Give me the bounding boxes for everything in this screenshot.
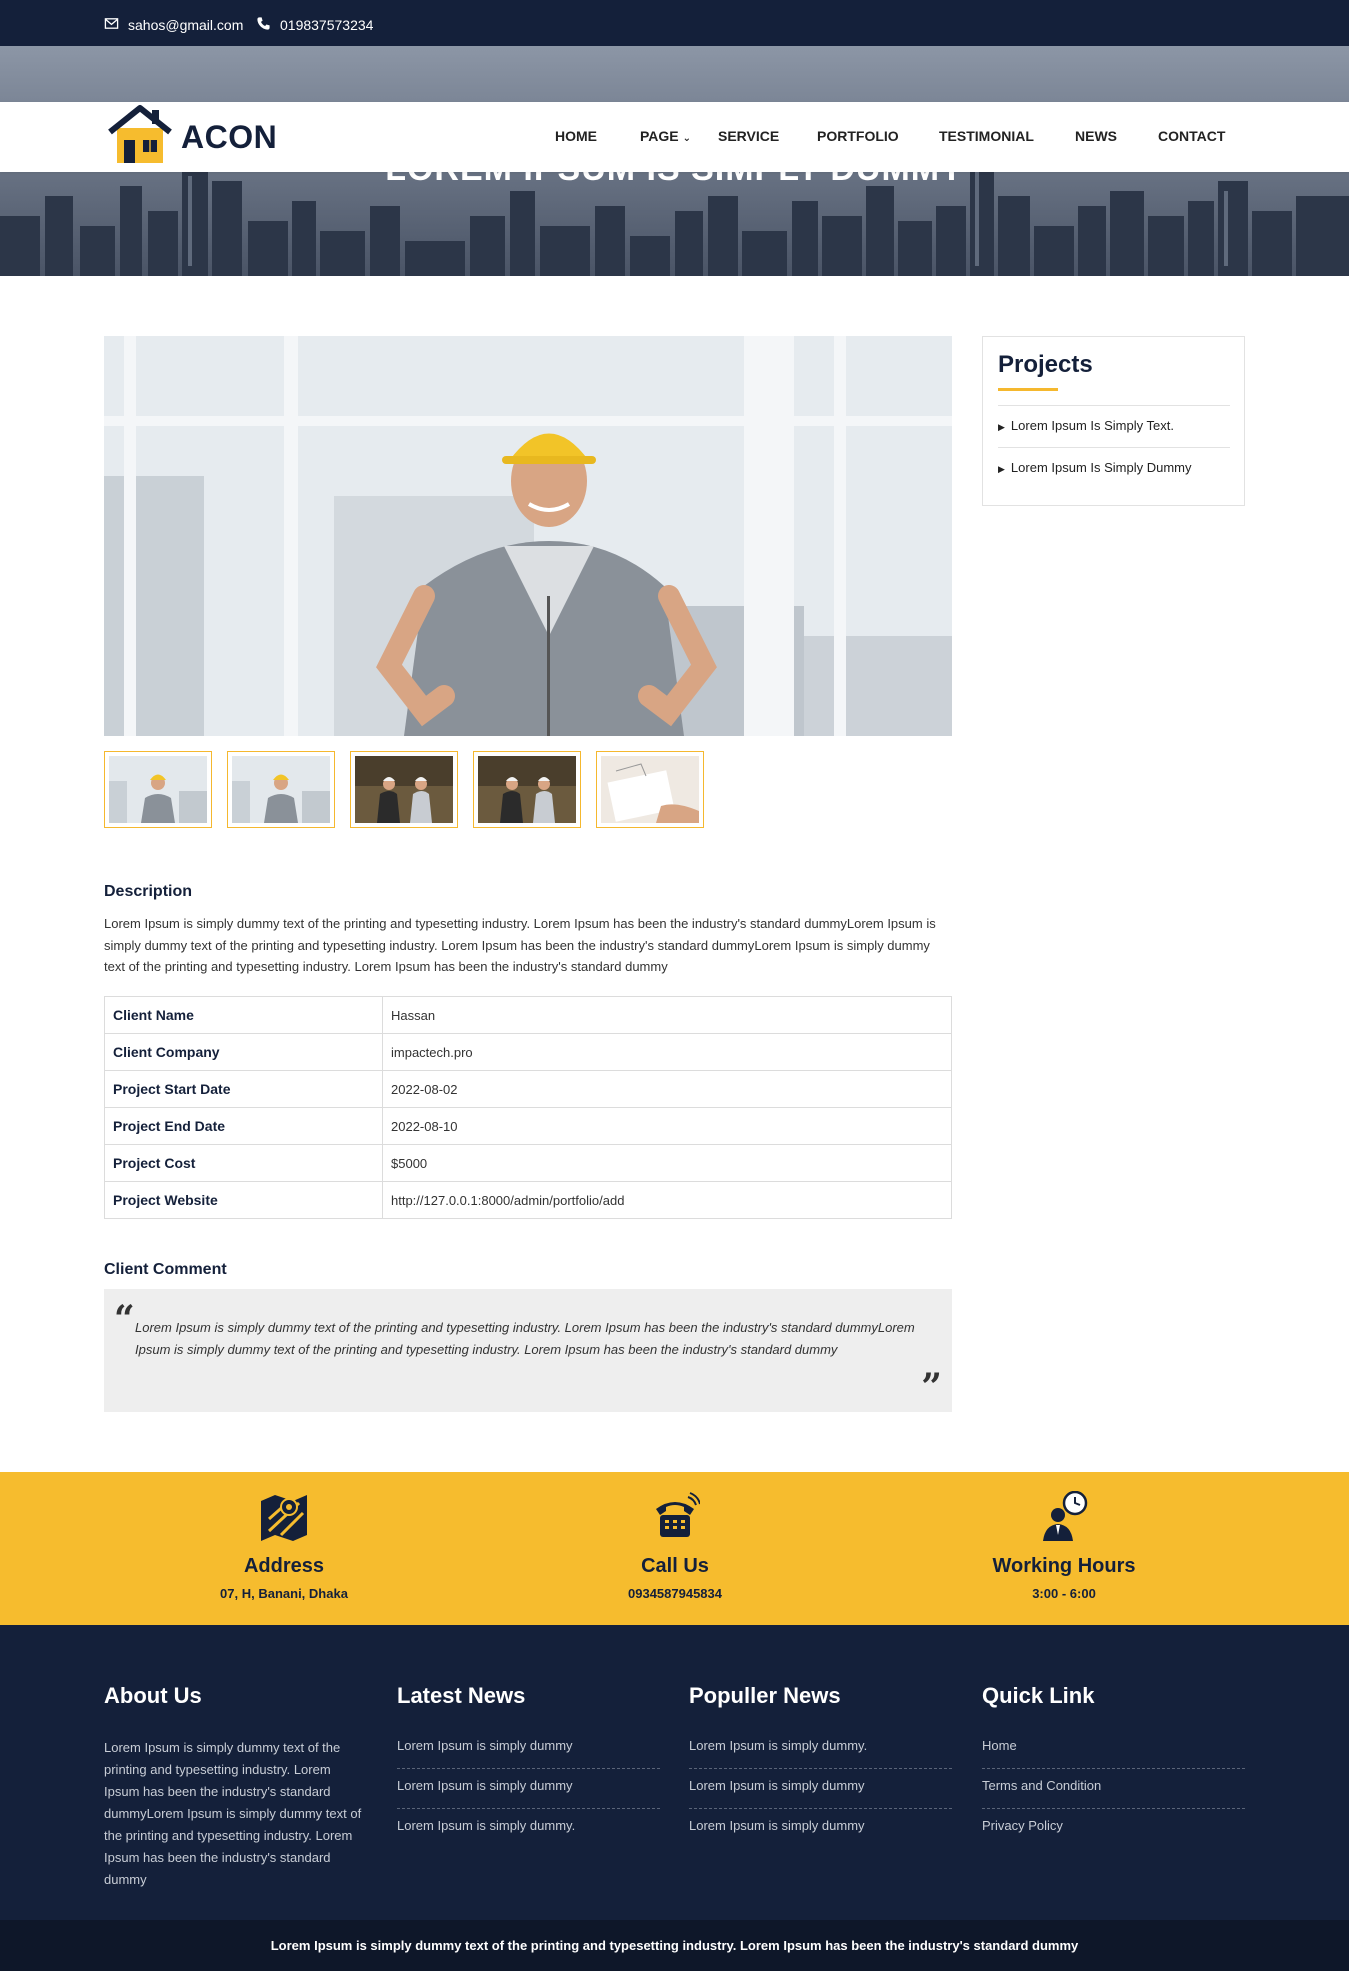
detail-label: Project Cost	[104, 1144, 383, 1182]
table-row: Project Website http://127.0.0.1:8000/adm…	[104, 1181, 952, 1219]
quote-open-icon: “	[114, 1298, 135, 1340]
caret-right-icon: ▶	[998, 464, 1005, 474]
divider	[397, 1808, 660, 1809]
contact-call-title: Call Us	[641, 1555, 709, 1577]
copyright-bar: Lorem Ipsum is simply dummy text of the …	[0, 1920, 1349, 1971]
main-navbar: ACON HOME PAGE ⌄ SERVICE PORTFOLIO TESTIM…	[0, 102, 1349, 172]
sidebar-project-link-label: Lorem Ipsum Is Simply Text.	[1010, 418, 1174, 433]
divider	[689, 1768, 952, 1769]
detail-label: Project End Date	[104, 1107, 383, 1145]
divider	[397, 1768, 660, 1769]
detail-label: Client Company	[104, 1033, 383, 1071]
quote-close-icon: ”	[921, 1366, 942, 1408]
detail-value: impactech.pro	[382, 1033, 952, 1071]
nav-page-label: PAGE	[640, 128, 679, 144]
detail-label: Project Website	[104, 1181, 383, 1219]
sidebar-title: Projects	[998, 351, 1093, 378]
footer-news-link[interactable]: Lorem Ipsum is simply dummy.	[397, 1818, 575, 1833]
phone-icon	[256, 16, 271, 34]
gallery-thumbnail-3[interactable]	[350, 751, 458, 828]
logo-text: ACON	[181, 118, 278, 155]
contact-address-title: Address	[243, 1555, 325, 1577]
site-logo[interactable]: ACON	[107, 102, 277, 172]
nav-contact[interactable]: CONTACT	[1158, 128, 1225, 144]
nav-portfolio[interactable]: PORTFOLIO	[817, 128, 899, 144]
contact-info-strip: Address 07, H, Banani, Dhaka Call Us 093…	[0, 1472, 1349, 1625]
footer-quick-link-privacy[interactable]: Privacy Policy	[982, 1818, 1063, 1833]
description-heading: Description	[104, 883, 193, 900]
sidebar-title-underline	[998, 388, 1058, 391]
client-comment-box: “ Lorem Ipsum is simply dummy text of th…	[104, 1289, 952, 1412]
gallery-thumbnail-4[interactable]	[473, 751, 581, 828]
sidebar-project-link-label: Lorem Ipsum Is Simply Dummy	[1010, 460, 1192, 475]
contact-address-value: 07, H, Banani, Dhaka	[220, 1586, 348, 1601]
footer-popular-link[interactable]: Lorem Ipsum is simply dummy	[689, 1818, 865, 1833]
nav-testimonial[interactable]: TESTIMONIAL	[939, 128, 1034, 144]
sidebar-project-link-1[interactable]: ▶ Lorem Ipsum Is Simply Text.	[998, 418, 1174, 433]
contact-hours-value: 3:00 - 6:00	[1032, 1586, 1096, 1601]
nav-service[interactable]: SERVICE	[718, 128, 779, 144]
top-bar: sahos@gmail.com 019837573234	[0, 0, 1349, 46]
nav-news[interactable]: NEWS	[1075, 128, 1117, 144]
project-main-image	[104, 336, 952, 736]
gallery-thumbnail-1[interactable]	[104, 751, 212, 828]
map-icon	[259, 1491, 309, 1541]
detail-label: Project Start Date	[104, 1070, 383, 1108]
footer-quick-link-terms[interactable]: Terms and Condition	[982, 1778, 1101, 1793]
projects-sidebar: Projects ▶ Lorem Ipsum Is Simply Text. ▶ L…	[982, 336, 1245, 506]
footer-popular-news-title: Populler News	[689, 1683, 841, 1708]
table-row: Project Start Date 2022-08-02	[104, 1070, 952, 1108]
telephone-icon	[650, 1491, 701, 1541]
footer-news-link[interactable]: Lorem Ipsum is simply dummy	[397, 1778, 573, 1793]
house-icon	[107, 104, 173, 171]
footer-quick-link-home[interactable]: Home	[982, 1738, 1017, 1753]
detail-value: $5000	[382, 1144, 952, 1182]
nav-home[interactable]: HOME	[555, 128, 597, 144]
gallery-thumbnail-2[interactable]	[227, 751, 335, 828]
detail-value: 2022-08-10	[382, 1107, 952, 1145]
footer-popular-link[interactable]: Lorem Ipsum is simply dummy.	[689, 1738, 867, 1753]
divider	[689, 1808, 952, 1809]
topbar-phone[interactable]: 019837573234	[256, 16, 373, 34]
nav-page[interactable]: PAGE ⌄	[640, 128, 691, 144]
contact-hours-title: Working Hours	[992, 1555, 1136, 1577]
description-text: Lorem Ipsum is simply dummy text of the …	[104, 916, 936, 974]
client-comment-heading: Client Comment	[104, 1261, 227, 1278]
detail-label: Client Name	[104, 996, 383, 1034]
table-row: Client Company impactech.pro	[104, 1033, 952, 1071]
topbar-phone-text: 019837573234	[280, 17, 374, 33]
table-row: Client Name Hassan	[104, 996, 952, 1034]
detail-value: 2022-08-02	[382, 1070, 952, 1108]
project-details-table: Client Name Hassan Client Company impactec…	[104, 996, 952, 1219]
topbar-email-text: sahos@gmail.com	[128, 17, 244, 33]
detail-value: http://127.0.0.1:8000/admin/portfolio/ad…	[382, 1181, 952, 1219]
footer-popular-link[interactable]: Lorem Ipsum is simply dummy	[689, 1778, 865, 1793]
city-skyline-image	[0, 161, 1349, 276]
table-row: Project End Date 2022-08-10	[104, 1107, 952, 1145]
divider	[982, 1808, 1245, 1809]
table-row: Project Cost $5000	[104, 1144, 952, 1182]
envelope-icon	[104, 16, 119, 34]
footer-about-title: About Us	[104, 1683, 202, 1708]
topbar-email[interactable]: sahos@gmail.com	[104, 16, 243, 34]
client-comment-text: Lorem Ipsum is simply dummy text of the …	[135, 1320, 915, 1357]
chevron-down-icon: ⌄	[682, 133, 692, 144]
clock-person-icon	[1039, 1490, 1089, 1541]
footer-news-link[interactable]: Lorem Ipsum is simply dummy	[397, 1738, 573, 1753]
caret-right-icon: ▶	[998, 422, 1005, 432]
footer-quick-links-title: Quick Link	[982, 1683, 1095, 1708]
divider	[998, 447, 1230, 448]
divider	[998, 405, 1230, 406]
contact-call-value: 0934587945834	[628, 1586, 722, 1601]
sidebar-project-link-2[interactable]: ▶ Lorem Ipsum Is Simply Dummy	[998, 460, 1192, 475]
site-footer: About Us Lorem Ipsum is simply dummy tex…	[0, 1625, 1349, 1920]
footer-about-text: Lorem Ipsum is simply dummy text of the …	[104, 1740, 362, 1887]
detail-value: Hassan	[382, 996, 952, 1034]
footer-latest-news-title: Latest News	[397, 1683, 526, 1708]
divider	[982, 1768, 1245, 1769]
gallery-thumbnail-5[interactable]	[596, 751, 704, 828]
